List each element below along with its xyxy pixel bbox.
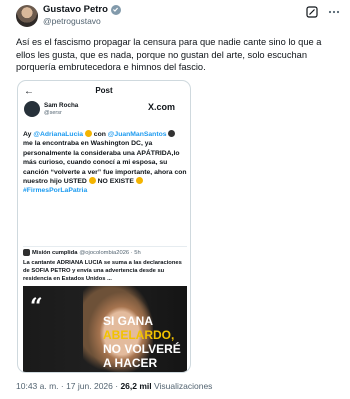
top-actions bbox=[306, 6, 340, 18]
quote-handle: @ojocolombia2026 · 5h bbox=[79, 249, 141, 256]
divider bbox=[23, 246, 187, 247]
tweet-part: con bbox=[91, 131, 108, 138]
hashtag: #FirmesPorLaPatria bbox=[23, 187, 88, 195]
tweet-part: Ay bbox=[23, 131, 34, 138]
inner-author-handle: @sersr bbox=[44, 110, 62, 116]
grok-icon[interactable] bbox=[306, 6, 318, 18]
post-meta: 10:43 a. m. · 17 jun. 2026 · 26,2 mil Vi… bbox=[16, 381, 212, 391]
image-text-line: NO VOLVERÉ bbox=[103, 342, 181, 356]
quote-mark-icon: “ bbox=[30, 294, 43, 320]
mention: @AdrianaLucia bbox=[33, 131, 84, 138]
emoji-icon bbox=[168, 130, 176, 137]
verified-icon bbox=[110, 4, 121, 15]
quote-header: Misión cumplida @ojocolombia2026 · 5h bbox=[23, 249, 141, 256]
inner-author-name: Sam Rocha bbox=[44, 102, 79, 109]
image-text-line: ABELARDO, bbox=[103, 328, 175, 342]
x-logo: X.com bbox=[148, 102, 176, 112]
embedded-screenshot[interactable]: ← Post Sam Rocha @sersr X.com Ay @Adrian… bbox=[17, 80, 191, 373]
emoji-icon bbox=[84, 130, 92, 137]
mention: @JuanManSantos bbox=[107, 131, 167, 138]
inner-tweet-text: Ay @AdrianaLucia con @JuanManSantos me l… bbox=[23, 130, 187, 196]
card-title: Post bbox=[95, 86, 113, 95]
image-text-line: A HACER bbox=[103, 356, 158, 370]
inner-avatar bbox=[24, 101, 40, 117]
quote-text: La cantante ADRIANA LUCIA se suma a las … bbox=[23, 260, 182, 282]
flag-icon bbox=[23, 249, 30, 256]
quote-title: Misión cumplida bbox=[32, 249, 78, 256]
view-label: Visualizaciones bbox=[151, 381, 213, 391]
emoji-icon bbox=[88, 177, 96, 185]
card-header: ← Post bbox=[18, 81, 190, 101]
quote-image: “ SI GANA ABELARDO, NO VOLVERÉ A HACER bbox=[23, 286, 187, 372]
author-name[interactable]: Gustavo Petro bbox=[43, 4, 121, 15]
timestamp[interactable]: 10:43 a. m. · 17 jun. 2026 · bbox=[16, 381, 120, 391]
author-name-text[interactable]: Gustavo Petro bbox=[43, 4, 108, 15]
avatar[interactable] bbox=[16, 5, 38, 27]
post: Gustavo Petro @petrogustavo Así es el fa… bbox=[0, 0, 350, 399]
tweet-part: NO EXISTE bbox=[95, 178, 136, 186]
author-handle[interactable]: @petrogustavo bbox=[43, 16, 101, 26]
more-icon[interactable] bbox=[328, 10, 340, 14]
emoji-icon bbox=[135, 177, 143, 185]
view-count: 26,2 mil bbox=[120, 381, 152, 391]
image-text-line: SI GANA bbox=[103, 314, 154, 328]
post-text: Así es el fascismo propagar la censura p… bbox=[16, 37, 322, 73]
